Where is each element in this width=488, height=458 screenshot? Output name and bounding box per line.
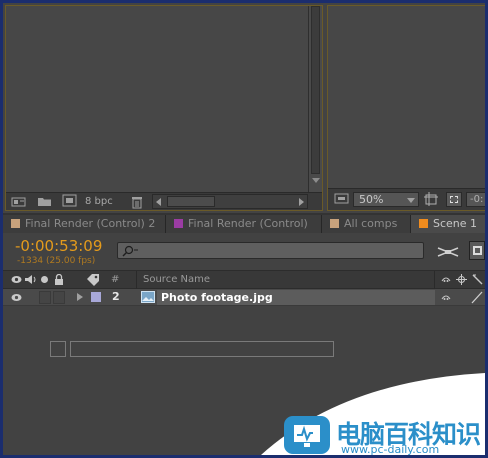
zoom-dropdown[interactable]: 50% xyxy=(353,192,419,207)
horizontal-scrollbar[interactable] xyxy=(152,194,308,209)
column-divider xyxy=(434,271,435,290)
tab-label: All comps xyxy=(344,217,398,230)
after-effects-workspace: 8 bpc 50% -0: Final Render (Control) 2 F… xyxy=(3,3,485,455)
layer-source-name[interactable]: Photo footage.jpg xyxy=(157,290,435,305)
column-divider xyxy=(136,271,137,290)
composition-panel-footer: 50% -0: xyxy=(328,188,485,210)
draft-3d-button[interactable] xyxy=(469,241,485,260)
tab-label: Final Render (Control) xyxy=(188,217,308,230)
composition-panel: 50% -0: xyxy=(327,5,485,211)
layer-switch-placeholder xyxy=(50,341,66,357)
layer-shy-switch-icon[interactable] xyxy=(440,293,452,303)
tab-all-comps[interactable]: All comps xyxy=(322,215,411,233)
project-panel-footer: 8 bpc xyxy=(6,192,322,210)
layer-number: 2 xyxy=(112,290,120,303)
tab-scene-1[interactable]: Scene 1 xyxy=(411,215,485,233)
new-composition-icon[interactable] xyxy=(62,194,78,208)
scroll-down-icon[interactable] xyxy=(312,178,320,183)
interpret-footage-icon[interactable] xyxy=(11,195,27,208)
tab-label: Final Render (Control) 2 xyxy=(25,217,156,230)
comp-label-swatch xyxy=(174,219,183,228)
scroll-left-icon[interactable] xyxy=(156,198,161,206)
vertical-scrollbar[interactable] xyxy=(308,6,322,192)
video-visibility-icon[interactable] xyxy=(11,275,22,284)
watermark: 电脑百科知识 www.pc-daily.com xyxy=(253,371,485,455)
layer-quality-switch-icon[interactable] xyxy=(471,291,483,304)
layer-number-column: # xyxy=(111,274,120,285)
region-of-interest-icon xyxy=(450,196,458,203)
zoom-dropdown-icon xyxy=(407,198,415,203)
tab-final-render-control-2[interactable]: Final Render (Control) 2 xyxy=(3,215,166,233)
bit-depth-label[interactable]: 8 bpc xyxy=(85,196,113,207)
label-tag-icon[interactable] xyxy=(85,273,101,286)
comp-label-swatch xyxy=(11,219,20,228)
watermark-url: www.pc-daily.com xyxy=(341,443,440,455)
audio-icon[interactable] xyxy=(24,274,37,285)
quality-icon[interactable] xyxy=(472,274,483,285)
resolution-icon[interactable] xyxy=(424,192,440,207)
source-name-column[interactable]: Source Name xyxy=(143,274,210,285)
tab-final-render-control[interactable]: Final Render (Control) xyxy=(166,215,322,233)
solo-icon[interactable] xyxy=(41,276,48,283)
project-items-area[interactable] xyxy=(6,6,308,192)
tab-label: Scene 1 xyxy=(433,217,478,230)
frame-count-display: -1334 (25.00 fps) xyxy=(17,256,96,266)
layer-label-color[interactable] xyxy=(91,292,101,302)
layer-search-input[interactable] xyxy=(117,242,424,259)
current-time-display[interactable]: -0:00:53:09 xyxy=(15,237,102,255)
monitor-icon[interactable] xyxy=(334,193,350,206)
timeline-tab-bar: Final Render (Control) 2 Final Render (C… xyxy=(3,213,485,233)
shy-icon[interactable] xyxy=(440,275,452,285)
horizontal-scroll-thumb[interactable] xyxy=(167,196,215,207)
trash-icon[interactable] xyxy=(130,194,144,209)
zoom-value: 50% xyxy=(359,193,384,206)
layer-row[interactable]: 2 Photo footage.jpg xyxy=(3,289,485,306)
layer-column-header: # Source Name xyxy=(3,270,485,290)
scroll-right-icon[interactable] xyxy=(299,198,304,206)
composition-mini-flowchart-icon[interactable] xyxy=(436,245,460,259)
lock-switch[interactable] xyxy=(53,291,65,304)
new-folder-icon[interactable] xyxy=(37,195,53,208)
scrollbar-thumb[interactable] xyxy=(311,6,320,174)
camera-icon[interactable]: -0: xyxy=(466,192,485,207)
collapse-transformations-icon[interactable] xyxy=(456,274,467,285)
layer-visibility-icon[interactable] xyxy=(11,293,22,302)
image-footage-icon xyxy=(141,291,155,303)
pc-daily-logo-icon xyxy=(284,416,330,454)
composition-viewer[interactable] xyxy=(328,6,485,188)
region-of-interest-button[interactable] xyxy=(446,192,462,207)
layer-name-placeholder xyxy=(70,341,334,357)
comp-label-swatch xyxy=(419,219,428,228)
solo-switch[interactable] xyxy=(39,291,51,304)
project-panel: 8 bpc xyxy=(5,5,323,211)
expand-layer-icon[interactable] xyxy=(77,293,83,301)
search-icon xyxy=(122,245,138,257)
draft-3d-icon xyxy=(473,246,482,255)
lock-icon[interactable] xyxy=(54,274,64,285)
comp-label-swatch xyxy=(330,219,339,228)
